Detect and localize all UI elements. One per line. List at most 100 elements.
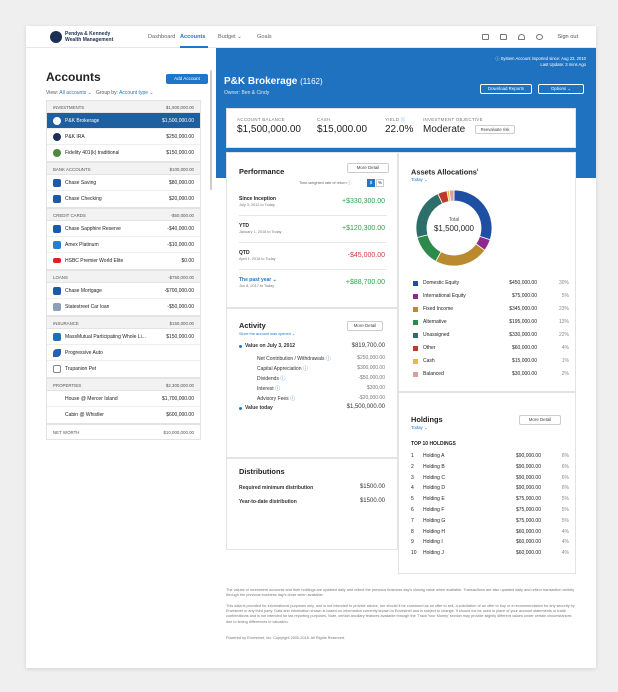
group-credit-cards: CREDIT CARDS -$50,000.00 Chase Sapphire R… [46, 208, 201, 270]
holding-row[interactable]: 9 Holding I $60,000.00 4% [411, 539, 571, 549]
legend-label: Balanced [423, 371, 444, 377]
legend-value: $450,000.00 [509, 280, 537, 286]
toggle-dollar[interactable]: $ [367, 179, 375, 187]
investment-objective: Moderate [423, 124, 466, 135]
keyboard-icon[interactable] [482, 34, 489, 40]
holding-rank: 7 [411, 517, 414, 524]
legend-swatch [413, 307, 418, 312]
activity-card: Activity Since the account was opened ⌄ … [226, 308, 398, 458]
holding-percent: 5% [561, 507, 569, 513]
add-account-button[interactable]: Add Account [166, 74, 208, 84]
account-row-statestreet[interactable]: Statestreet Car loan -$50,000.00 [47, 299, 200, 315]
toggle-percent[interactable]: % [376, 179, 384, 187]
holding-row[interactable]: 10 Holding J $60,000.00 4% [411, 550, 571, 560]
amex-icon [53, 241, 61, 249]
account-row-chase-sapphire[interactable]: Chase Sapphire Reserve -$40,000.00 [47, 221, 200, 237]
perf-qtd: -$45,000.00 [347, 252, 385, 259]
download-reports-button[interactable]: Download Reports [480, 84, 532, 94]
legend-swatch [413, 372, 418, 377]
holding-percent: 4% [561, 539, 569, 546]
performance-more-button[interactable]: More Detail [347, 163, 389, 173]
account-row-massmutual[interactable]: MassMutual Participating Whole Li... $150… [47, 329, 200, 345]
holding-row[interactable]: 6 Holding F $75,000.00 5% [411, 507, 571, 517]
legend-item: International Equity $75,000.00 5% [413, 292, 573, 302]
folder-icon[interactable] [500, 34, 507, 40]
holding-row[interactable]: 5 Holding E $75,000.00 5% [411, 496, 571, 506]
account-row-trupanion[interactable]: Trupanion Pet [47, 361, 200, 377]
holding-value: $60,000.00 [515, 550, 541, 557]
nav-goals[interactable]: Goals [257, 34, 272, 40]
hsbc-icon [53, 258, 61, 263]
reevaluate-risk-button[interactable]: Reevaluate risk [475, 125, 515, 134]
holdings-more-button[interactable]: More Detail [519, 415, 561, 425]
nav-accounts[interactable]: Accounts [180, 34, 206, 40]
holding-row[interactable]: 2 Holding B $90,000.00 6% [411, 464, 571, 474]
performance-card: Performance More Detail Time-weighted ra… [226, 152, 398, 308]
legend-value: $345,000.00 [509, 306, 537, 312]
legend-label: Alternative [423, 319, 447, 325]
activity-period-select[interactable]: Since the account was opened ⌄ [239, 331, 295, 336]
nav-budget[interactable]: Budget ⌄ [218, 34, 242, 40]
app-window: Pendya & Kennedy Wealth Management Dashb… [26, 26, 596, 668]
holding-value: $60,000.00 [515, 539, 541, 546]
group-loans: LOANS -$750,000.00 Chase Mortgage -$700,00… [46, 270, 201, 316]
top-nav: Pendya & Kennedy Wealth Management Dashb… [26, 26, 596, 48]
donut-slice-fixed-income[interactable] [435, 243, 486, 267]
holding-percent: 6% [561, 474, 569, 481]
account-row-house[interactable]: House @ Mercer Island $1,700,000.00 [47, 391, 200, 407]
holding-rank: 3 [411, 474, 414, 481]
group-investments: INVESTMENTS $1,900,000.00 P&K Brokerage $1… [46, 100, 201, 162]
sign-out-link[interactable]: Sign out [557, 34, 578, 40]
account-row-progressive[interactable]: Progressive Auto [47, 345, 200, 361]
nav-dashboard[interactable]: Dashboard [148, 34, 175, 40]
legend-swatch [413, 333, 418, 338]
view-select[interactable]: All accounts [59, 90, 86, 96]
legend-value: $195,000.00 [509, 319, 537, 325]
account-row-hsbc[interactable]: HSBC Premier World Elite $0.00 [47, 253, 200, 269]
legend-percent: 5% [561, 293, 569, 299]
user-icon[interactable] [536, 34, 543, 40]
activity-more-button[interactable]: More Detail [347, 321, 383, 331]
past-year-select[interactable]: The past year ⌄ [239, 277, 277, 283]
group-by-select[interactable]: Account type [119, 90, 148, 96]
legend-value: $330,000.00 [509, 332, 537, 338]
yield-info-icon: ⓘ [400, 117, 406, 122]
legend-label: Other [423, 345, 436, 351]
account-row-amex[interactable]: Amex Platinum -$10,000.00 [47, 237, 200, 253]
account-row-pk-brokerage[interactable]: P&K Brokerage $1,500,000.00 [47, 113, 200, 129]
options-button[interactable]: Options ⌄ [538, 84, 584, 94]
holding-row[interactable]: 4 Holding D $90,000.00 6% [411, 485, 571, 495]
holding-row[interactable]: 8 Holding H $60,000.00 4% [411, 529, 571, 539]
holding-value: $75,000.00 [515, 507, 541, 513]
holding-row[interactable]: 1 Holding A $90,000.00 6% [411, 453, 571, 463]
legend-swatch [413, 294, 418, 299]
sidebar-scrollbar[interactable] [210, 70, 212, 190]
net-worth: NET WORTH $10,000,000.00 [46, 424, 201, 440]
holding-row[interactable]: 7 Holding G $75,000.00 5% [411, 518, 571, 528]
holding-name: Holding F [423, 507, 445, 513]
holding-percent: 6% [561, 485, 569, 492]
account-balance: $1,500,000.00 [237, 124, 301, 135]
holding-rank: 1 [411, 453, 414, 459]
holding-row[interactable]: 3 Holding C $90,000.00 6% [411, 475, 571, 485]
brand-logo-icon[interactable] [50, 31, 62, 43]
bell-icon[interactable] [518, 34, 525, 40]
account-row-cabin[interactable]: Cabin @ Whistler $600,000.00 [47, 407, 200, 423]
account-row-fidelity[interactable]: Fidelity 401(k) traditional $150,000.00 [47, 145, 200, 161]
perf-since-inception: +$330,300.00 [341, 198, 385, 205]
legend-swatch [413, 359, 418, 364]
holding-name: Holding D [423, 485, 445, 492]
account-row-chase-saving[interactable]: Chase Saving $80,000.00 [47, 175, 200, 191]
holdings-period-select[interactable]: Today ⌄ [411, 425, 428, 431]
legend-swatch [413, 320, 418, 325]
account-row-chase-checking[interactable]: Chase Checking $20,000.00 [47, 191, 200, 207]
account-row-pk-ira[interactable]: P&K IRA $250,000.00 [47, 129, 200, 145]
legend-value: $30,000.00 [511, 371, 537, 377]
donut-slice-alternative[interactable] [416, 234, 442, 262]
holding-percent: 6% [561, 463, 569, 470]
account-row-chase-mortgage[interactable]: Chase Mortgage -$700,000.00 [47, 283, 200, 299]
legend-item: Domestic Equity $450,000.00 30% [413, 279, 573, 289]
holding-name: Holding E [423, 496, 445, 503]
holding-name: Holding G [423, 517, 446, 524]
holding-rank: 4 [411, 485, 414, 492]
